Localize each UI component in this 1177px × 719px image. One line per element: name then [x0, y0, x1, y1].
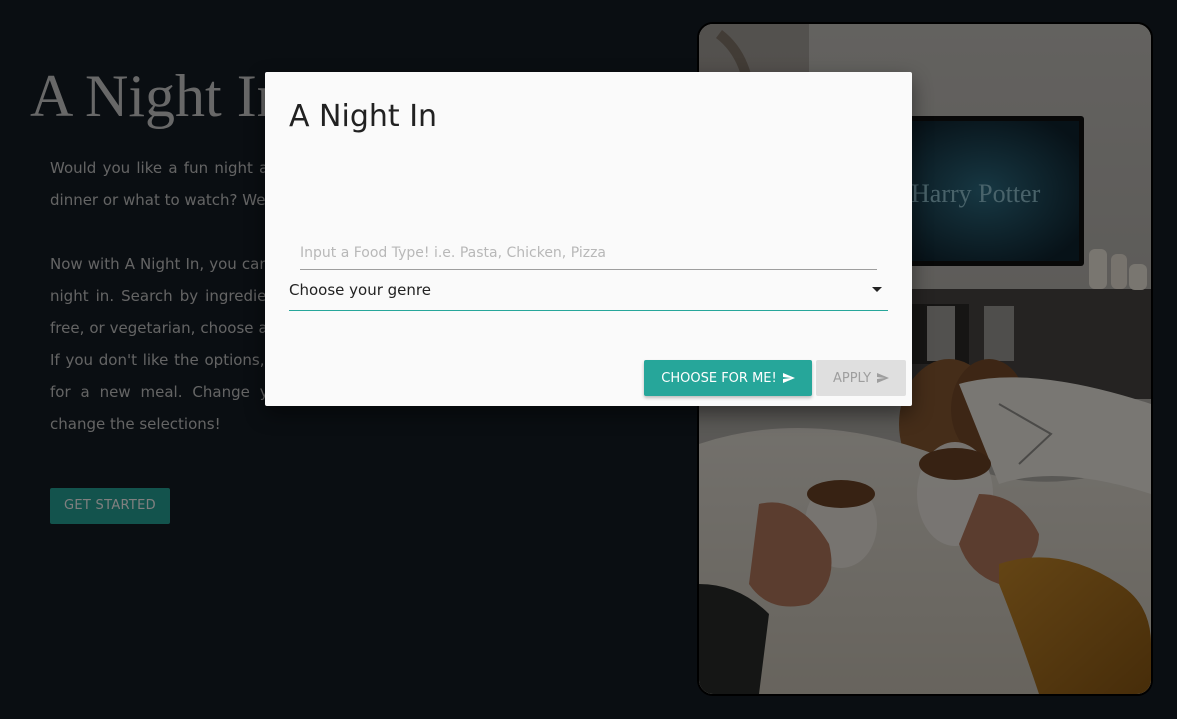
genre-select[interactable]: Choose your genre: [289, 273, 888, 311]
modal-title: A Night In: [289, 99, 438, 134]
food-type-input[interactable]: [300, 236, 877, 270]
landing-page: A Night In Would you like a fun night at…: [0, 0, 1177, 719]
choose-for-me-button[interactable]: CHOOSE FOR ME!: [644, 360, 812, 396]
apply-button[interactable]: APPLY: [816, 360, 906, 396]
send-icon: [782, 372, 795, 384]
search-modal: A Night In Choose your genre CHOOSE FOR …: [265, 72, 912, 406]
send-icon: [877, 372, 890, 384]
caret-down-icon: [872, 287, 882, 292]
choose-for-me-label: CHOOSE FOR ME!: [661, 370, 777, 386]
genre-select-value: Choose your genre: [289, 281, 431, 299]
apply-label: APPLY: [832, 370, 872, 386]
